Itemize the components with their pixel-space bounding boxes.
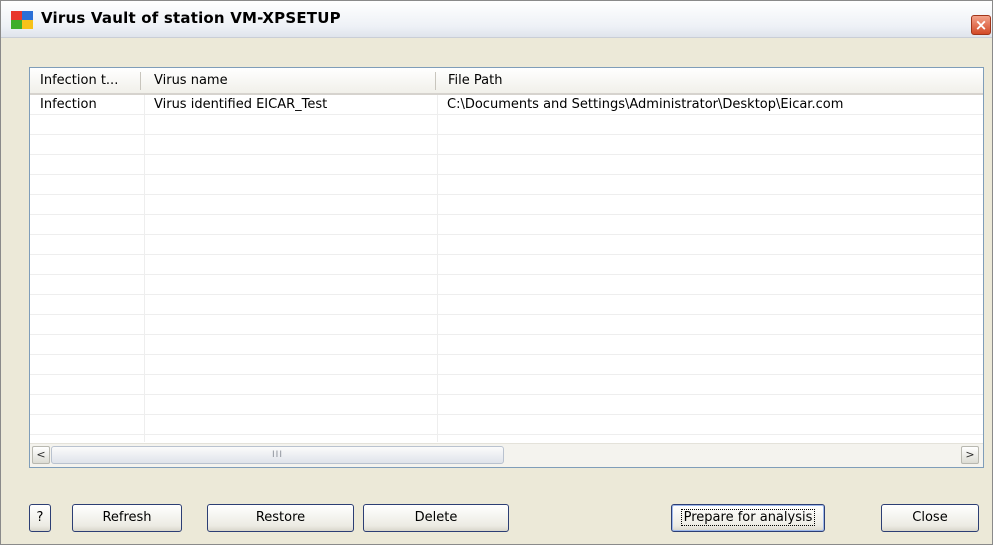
virus-name-cell: Virus identified EICAR_Test xyxy=(154,97,328,112)
empty-row xyxy=(30,175,983,195)
virus-vault-window: Virus Vault of station VM-XPSETUP × Infe… xyxy=(0,0,993,545)
list-header: Infection t... Virus name File Path xyxy=(30,68,983,95)
infection-list[interactable]: Infection t... Virus name File Path Infe… xyxy=(29,67,984,468)
close-window-icon[interactable]: × xyxy=(971,15,991,35)
avg-logo-icon xyxy=(11,11,33,29)
list-rows: Infection Virus identified EICAR_Test C:… xyxy=(30,95,983,435)
infection-type-cell: Infection xyxy=(40,97,97,112)
empty-row xyxy=(30,195,983,215)
empty-row xyxy=(30,295,983,315)
title-bar[interactable]: Virus Vault of station VM-XPSETUP × xyxy=(1,1,992,38)
restore-button[interactable]: Restore xyxy=(207,504,354,532)
close-button[interactable]: Close xyxy=(881,504,979,532)
horizontal-scrollbar[interactable]: < III > xyxy=(30,443,983,467)
empty-row xyxy=(30,315,983,335)
column-divider[interactable] xyxy=(435,72,436,90)
empty-row xyxy=(30,395,983,415)
prepare-for-analysis-label: Prepare for analysis xyxy=(680,509,816,526)
empty-row xyxy=(30,355,983,375)
help-button[interactable]: ? xyxy=(29,504,51,532)
empty-row xyxy=(30,155,983,175)
empty-row xyxy=(30,335,983,355)
window-title: Virus Vault of station VM-XPSETUP xyxy=(41,9,341,27)
column-divider[interactable] xyxy=(140,72,141,90)
empty-row xyxy=(30,255,983,275)
empty-row xyxy=(30,415,983,435)
column-header-virus-name[interactable]: Virus name xyxy=(144,68,434,93)
empty-row xyxy=(30,115,983,135)
empty-row xyxy=(30,135,983,155)
column-header-infection-type[interactable]: Infection t... xyxy=(30,68,140,93)
empty-row xyxy=(30,235,983,255)
scrollbar-thumb[interactable]: III xyxy=(51,446,504,464)
table-row[interactable]: Infection Virus identified EICAR_Test C:… xyxy=(30,95,983,115)
empty-row xyxy=(30,375,983,395)
prepare-for-analysis-button[interactable]: Prepare for analysis xyxy=(671,504,825,532)
scroll-left-icon[interactable]: < xyxy=(32,446,50,464)
delete-button[interactable]: Delete xyxy=(363,504,509,532)
empty-row xyxy=(30,275,983,295)
refresh-button[interactable]: Refresh xyxy=(72,504,182,532)
column-header-file-path[interactable]: File Path xyxy=(438,68,983,93)
scroll-right-icon[interactable]: > xyxy=(961,446,979,464)
file-path-cell: C:\Documents and Settings\Administrator\… xyxy=(447,97,844,112)
empty-row xyxy=(30,215,983,235)
